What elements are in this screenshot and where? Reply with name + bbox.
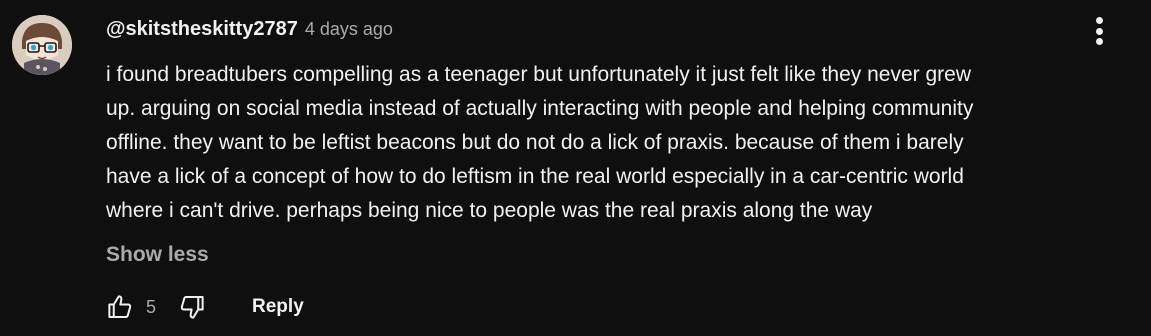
menu-dot — [1095, 38, 1103, 45]
thumbs-down-icon — [180, 296, 204, 319]
like-button[interactable] — [104, 291, 136, 323]
comment-timestamp[interactable]: 4 days ago — [305, 19, 393, 40]
show-less-button[interactable]: Show less — [106, 238, 209, 272]
menu-dot — [1095, 17, 1103, 24]
comment-header: @skitstheskitty2787 4 days ago — [106, 18, 393, 48]
dislike-button[interactable] — [176, 291, 208, 323]
comment-actions: 5 Reply — [104, 288, 304, 326]
thumbs-up-icon — [108, 295, 132, 318]
like-count: 5 — [146, 296, 157, 317]
comment-text: i found breadtubers compelling as a teen… — [106, 63, 974, 222]
avatar-image — [12, 15, 72, 75]
avatar[interactable] — [12, 15, 72, 75]
reply-button[interactable]: Reply — [252, 296, 304, 318]
author-name[interactable]: @skitstheskitty2787 — [106, 18, 298, 41]
comment-thread: @skitstheskitty2787 4 days ago i found b… — [0, 0, 1151, 336]
menu-dot — [1095, 27, 1103, 35]
more-vertical-icon[interactable] — [1086, 14, 1112, 48]
